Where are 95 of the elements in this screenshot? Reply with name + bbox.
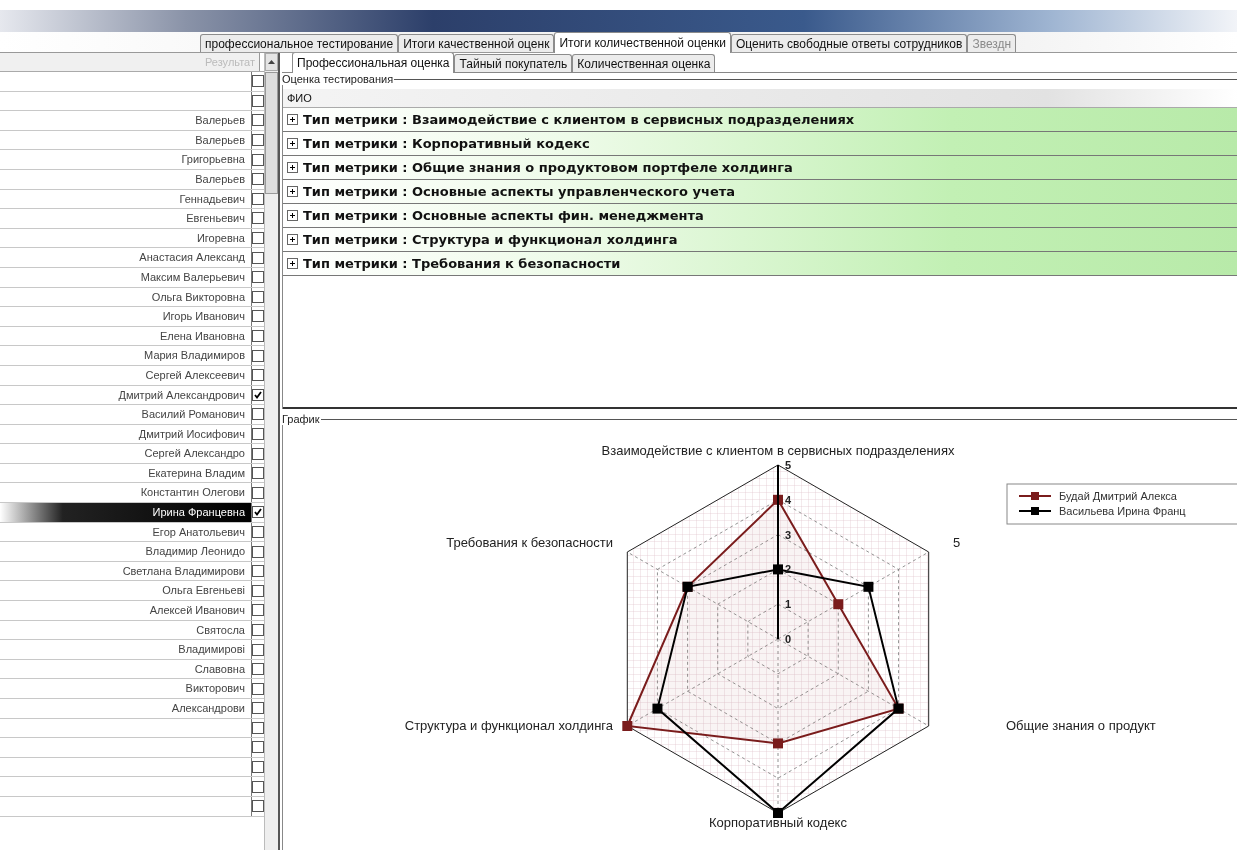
checkbox[interactable]: [252, 153, 264, 166]
axis-tick-label: 3: [785, 528, 792, 541]
group-row[interactable]: Тип метрики : Взаимодействие с клиентом в сервисных подразделениях: [283, 108, 1237, 132]
group-row[interactable]: Тип метрики : Основные аспекты управленческого учета: [283, 180, 1237, 204]
checkbox[interactable]: [252, 604, 264, 617]
checkbox[interactable]: [252, 467, 264, 480]
checkbox[interactable]: [252, 525, 264, 538]
checkbox[interactable]: [252, 369, 264, 382]
checkbox[interactable]: [252, 212, 264, 225]
tab[interactable]: Оценить свободные ответы сотрудников: [730, 34, 968, 52]
data-point: [652, 703, 663, 714]
legend-label: Васильева Ирина Франц: [1059, 505, 1186, 517]
checkbox[interactable]: [252, 94, 264, 107]
data-point: [773, 494, 783, 505]
checkbox[interactable]: [252, 173, 264, 186]
expand-icon[interactable]: [287, 162, 298, 173]
checkbox[interactable]: [252, 761, 264, 774]
axis-label: Требования к безопасности: [446, 535, 613, 550]
checkbox[interactable]: [252, 408, 264, 421]
checkbox[interactable]: [252, 232, 264, 245]
data-point: [773, 738, 783, 749]
expand-icon[interactable]: [287, 114, 298, 125]
data-point: [622, 721, 633, 731]
checkbox[interactable]: [252, 623, 264, 636]
tab[interactable]: Количественная оценка: [572, 54, 716, 72]
checkbox[interactable]: [252, 584, 264, 597]
checkbox[interactable]: [252, 506, 264, 519]
checkbox[interactable]: [252, 428, 264, 440]
checkbox[interactable]: [252, 721, 264, 734]
checkbox[interactable]: [252, 271, 264, 284]
group-row-label: Тип метрики : Структура и функционал холдинга: [303, 232, 678, 247]
checkbox[interactable]: [252, 545, 264, 558]
group-row-label: Тип метрики : Взаимодействие с клиентом в сервисных подразделениях: [303, 112, 855, 127]
tab[interactable]: Итоги качественной оценк: [398, 34, 555, 52]
group-row-label: Тип метрики : Корпоративный кодекс: [303, 136, 590, 151]
checkbox[interactable]: [252, 75, 264, 88]
checkbox[interactable]: [252, 663, 264, 676]
group-row-label: Тип метрики : Основные аспекты фин. менеджмента: [303, 208, 704, 223]
group-row[interactable]: Тип метрики : Требования к безопасности: [283, 252, 1237, 276]
expand-icon[interactable]: [287, 186, 298, 197]
data-point: [833, 599, 844, 610]
group-row-label: Тип метрики : Требования к безопасности: [303, 256, 621, 271]
checkbox[interactable]: [252, 290, 264, 303]
group-row[interactable]: Тип метрики : Структура и функционал холдинга: [283, 228, 1237, 252]
tab[interactable]: Итоги количественной оценки: [554, 32, 731, 53]
group-title: График: [281, 413, 321, 425]
checkbox[interactable]: [252, 349, 264, 362]
axis-tick-label: 0: [785, 633, 792, 645]
legend-label: Будай Дмитрий Алекса: [1059, 490, 1177, 502]
axis-label: 5: [953, 535, 961, 550]
group-row-label: Тип метрики : Основные аспекты управленческого учета: [303, 184, 735, 199]
group-row[interactable]: Тип метрики : Основные аспекты фин. менеджмента: [283, 204, 1237, 228]
expand-icon[interactable]: [287, 210, 298, 221]
expand-icon[interactable]: [287, 234, 298, 245]
axis-label: Взаимодействие с клиентом в сервисных подразделениях: [601, 443, 955, 458]
axis-tick-label: 5: [785, 459, 792, 471]
group-row-label: Тип метрики : Общие знания о продуктовом портфеле холдинга: [303, 160, 793, 175]
axis-label: Структура и функционал холдинга: [404, 718, 613, 733]
employee-name[interactable]: Ирина Францевна: [0, 503, 252, 522]
tab[interactable]: Профессиональная оценка: [292, 53, 455, 73]
checkbox[interactable]: [252, 682, 264, 695]
checkbox[interactable]: [252, 330, 264, 342]
checkbox[interactable]: [252, 800, 264, 813]
checkbox[interactable]: [252, 192, 264, 205]
expand-icon[interactable]: [287, 258, 298, 269]
data-point: [773, 564, 783, 575]
checkbox[interactable]: [252, 388, 264, 401]
group-row[interactable]: Тип метрики : Общие знания о продуктовом портфеле холдинга: [283, 156, 1237, 180]
checkbox[interactable]: [252, 447, 264, 460]
scrollbar[interactable]: [264, 53, 278, 850]
checkbox[interactable]: [252, 114, 264, 127]
checkbox[interactable]: [252, 565, 264, 578]
data-point: [773, 808, 783, 818]
data-point: [863, 581, 874, 592]
tab[interactable]: профессиональное тестирование: [200, 34, 399, 52]
axis-tick-label: 1: [785, 598, 792, 611]
expand-icon[interactable]: [287, 138, 298, 149]
checkbox[interactable]: [252, 643, 264, 656]
axis-label: Общие знания о продукт: [1006, 718, 1156, 733]
tab[interactable]: Тайный покупатель: [454, 54, 573, 72]
group-row[interactable]: Тип метрики : Корпоративный кодекс: [283, 132, 1237, 156]
column-header[interactable]: ФИО: [283, 89, 1237, 108]
checkbox[interactable]: [252, 251, 264, 264]
checkbox[interactable]: [252, 310, 264, 323]
axis-label: Корпоративный кодекс: [709, 815, 847, 830]
checkbox[interactable]: [252, 780, 264, 793]
checkbox[interactable]: [252, 741, 264, 754]
group-title: Оценка тестирования: [281, 73, 395, 85]
scroll-thumb[interactable]: [265, 72, 278, 194]
arrow-up-icon: [268, 60, 275, 64]
checkbox[interactable]: [252, 486, 264, 499]
scroll-up-button[interactable]: [265, 53, 278, 71]
checkbox[interactable]: [252, 134, 264, 147]
axis-tick-label: 4: [785, 493, 792, 506]
checkbox[interactable]: [252, 702, 264, 715]
